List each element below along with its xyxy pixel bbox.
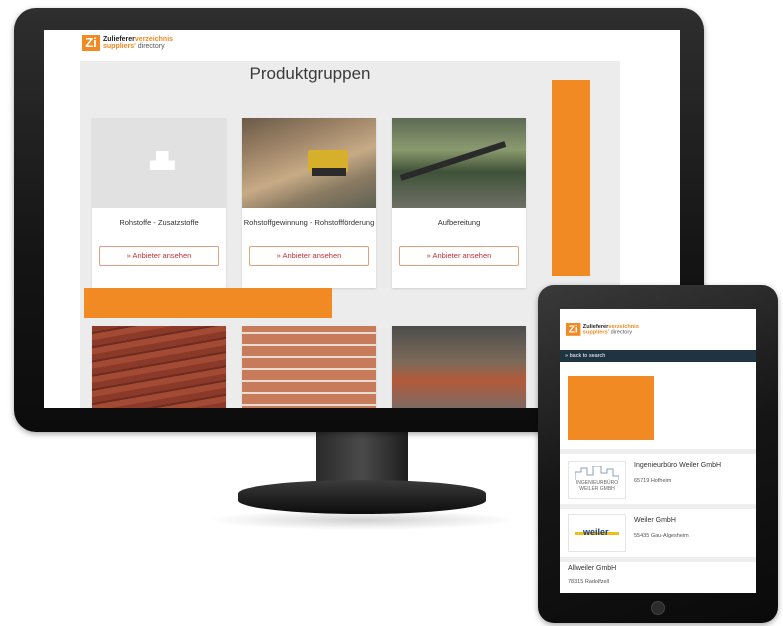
view-suppliers-button[interactable]: » Anbieter ansehen	[99, 246, 219, 266]
logo-mark-icon: Zi	[566, 323, 581, 336]
logo-line1-prefix: Zulieferer	[103, 36, 135, 43]
company-address: 55435 Gau-Algesheim	[634, 533, 689, 539]
orange-banner-vertical	[552, 80, 590, 276]
logo-line2-prefix: suppliers'	[582, 329, 610, 335]
result-row[interactable]: INGENIEURBÜRO WEILER GMBH Ingenieurbüro W…	[560, 454, 756, 504]
card-image-bricks	[92, 326, 226, 408]
logo-line2-prefix: suppliers'	[103, 43, 136, 50]
tablet-site-logo[interactable]: Zi Zuliefererverzeichnis suppliers' dire…	[566, 323, 639, 336]
view-suppliers-button[interactable]: » Anbieter ansehen	[399, 246, 519, 266]
back-to-search-link[interactable]: » back to search	[560, 350, 756, 362]
company-name: Ingenieurbüro Weiler GmbH	[634, 462, 722, 469]
page-title: Produktgruppen	[249, 64, 371, 83]
company-address: 78315 Radolfzell	[568, 579, 609, 585]
card-label: Aufbereitung	[437, 218, 481, 227]
logo-text-line2: WEILER GMBH	[579, 486, 615, 492]
tablet-orange-banner	[568, 376, 654, 440]
product-card: Aufbereitung » Anbieter ansehen	[392, 118, 526, 288]
card-label: Rohstoffe - Zusatzstoffe	[119, 218, 199, 227]
card-label: Rohstoffgewinnung - Rohstoffförderung	[243, 218, 375, 227]
card-image-brick-wall	[242, 326, 376, 408]
site-logo[interactable]: Zi Zuliefererverzeichnis suppliers' dire…	[82, 35, 173, 51]
product-card: ▟▙ Rohstoffe - Zusatzstoffe » Anbieter a…	[92, 118, 226, 288]
company-name: Allweiler GmbH	[568, 565, 617, 572]
product-card	[242, 326, 376, 408]
building-skyline-icon	[575, 466, 619, 480]
product-card: Rohstoffgewinnung - Rohstoffförderung » …	[242, 118, 376, 288]
conveyor-image	[399, 141, 507, 181]
view-suppliers-button[interactable]: » Anbieter ansehen	[249, 246, 369, 266]
result-row[interactable]: Allweiler GmbH 78315 Radolfzell	[560, 562, 756, 593]
company-name: Weiler GmbH	[634, 517, 676, 524]
card-image-kiln	[392, 326, 526, 408]
logo-line2-suffix: directory	[135, 43, 165, 50]
logo-line2-suffix: directory	[609, 329, 633, 335]
card-image-quarry	[242, 118, 376, 208]
logo-mark-icon: Zi	[82, 35, 100, 51]
factory-placeholder-icon: ▟▙	[150, 153, 175, 170]
tablet-home-button[interactable]	[651, 601, 665, 615]
logo-line1-suffix: verzeichnis	[134, 36, 174, 43]
weiler-logo-text: weiler	[583, 527, 609, 537]
card-image-plant	[392, 118, 526, 208]
bulldozer-image	[308, 150, 348, 176]
monitor-stand-base	[238, 480, 486, 514]
ingenieurbuero-logo: INGENIEURBÜRO WEILER GMBH	[568, 461, 626, 499]
result-row[interactable]: weiler Weiler GmbH 55435 Gau-Algesheim	[560, 509, 756, 557]
tablet-camera	[656, 295, 660, 299]
product-card	[92, 326, 226, 408]
orange-banner-horizontal	[84, 288, 332, 318]
tablet-screen: Zi Zuliefererverzeichnis suppliers' dire…	[560, 309, 756, 593]
card-image-placeholder: ▟▙	[92, 118, 226, 208]
tablet-device: Zi Zuliefererverzeichnis suppliers' dire…	[538, 285, 778, 623]
product-card	[392, 326, 526, 408]
weiler-logo: weiler	[568, 514, 626, 552]
company-address: 65719 Hofheim	[634, 478, 672, 484]
